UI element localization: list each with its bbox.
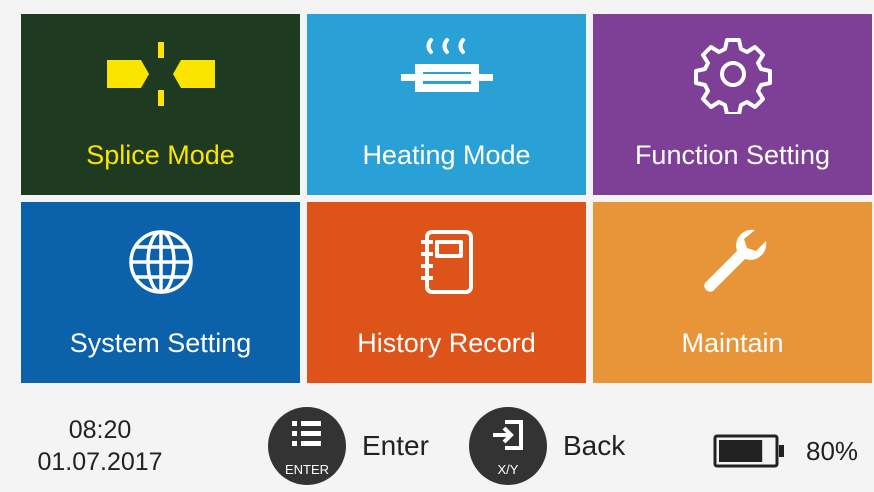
splice-icon <box>106 42 215 106</box>
tile-heating-mode[interactable]: Heating Mode <box>307 14 586 195</box>
back-label: Back <box>563 430 626 461</box>
tile-maintain[interactable]: Maintain <box>593 202 872 383</box>
wrench-icon <box>703 229 766 292</box>
menu-icon <box>292 421 321 446</box>
datetime: 08:20 01.07.2017 <box>0 414 200 478</box>
tile-label: System Setting <box>69 328 252 358</box>
tile-system-setting[interactable]: System Setting <box>21 202 300 383</box>
heater-icon <box>400 38 493 92</box>
back-caption: X/Y <box>497 462 519 477</box>
exit-icon <box>493 420 523 450</box>
time-text: 08:20 <box>68 416 132 444</box>
enter-label: Enter <box>362 430 429 461</box>
gear-icon <box>693 38 772 114</box>
tile-label: Function Setting <box>634 140 831 170</box>
tile-label: History Record <box>357 328 536 358</box>
tile-label: Heating Mode <box>362 140 531 170</box>
tile-label: Maintain <box>681 328 784 358</box>
battery-percent: 80% <box>806 436 859 466</box>
tile-function-setting[interactable]: Function Setting <box>593 14 872 195</box>
battery-icon <box>713 434 784 468</box>
back-button[interactable]: X/Y <box>469 407 547 485</box>
date-text: 01.07.2017 <box>37 448 163 476</box>
status-bar: 08:20 01.07.2017 ENTER Enter X/Y Back 80… <box>0 392 874 492</box>
enter-button[interactable]: ENTER <box>268 407 346 485</box>
battery-fill <box>719 440 763 462</box>
tile-history-record[interactable]: History Record <box>307 202 586 383</box>
tile-label: Splice Mode <box>86 140 235 170</box>
notebook-icon <box>420 230 473 294</box>
tile-splice-mode[interactable]: Splice Mode <box>21 14 300 195</box>
enter-caption: ENTER <box>284 462 330 477</box>
globe-icon <box>128 230 193 294</box>
